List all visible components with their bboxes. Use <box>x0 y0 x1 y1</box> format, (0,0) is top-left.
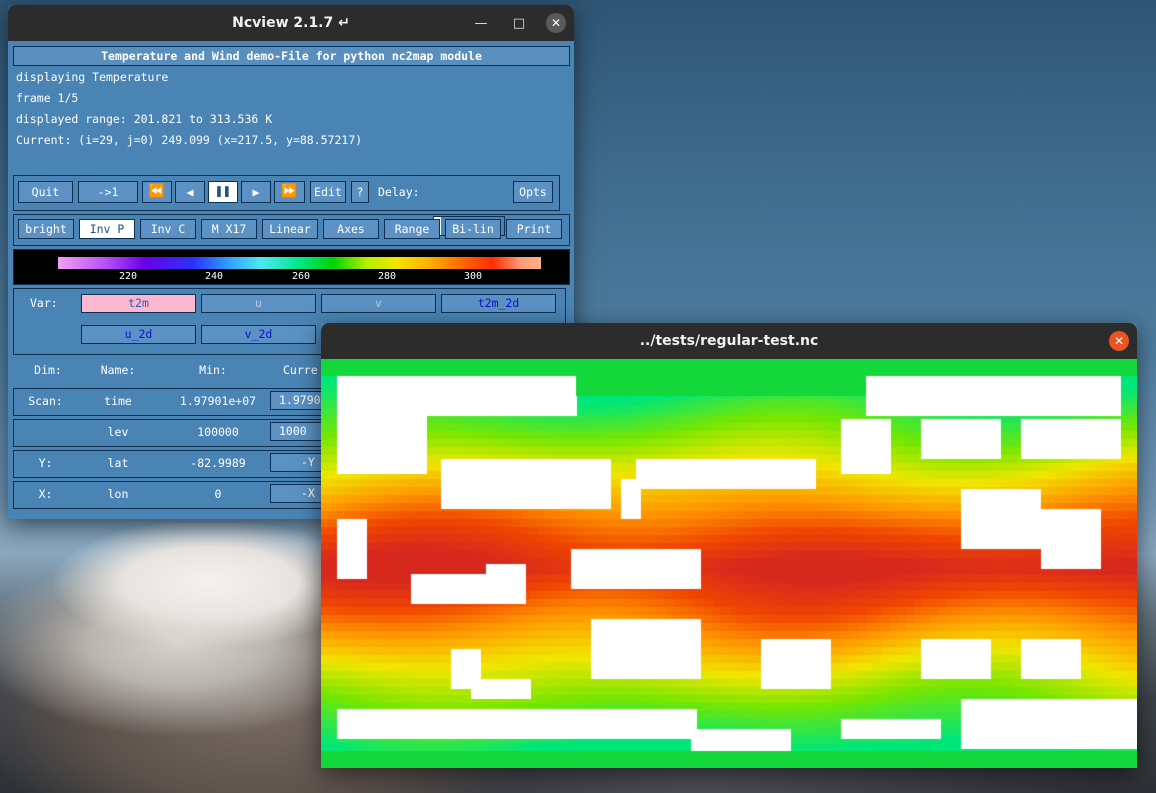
file-title: Temperature and Wind demo-File for pytho… <box>13 46 570 66</box>
close-icon[interactable]: ✕ <box>1109 331 1129 351</box>
name-header: Name: <box>100 363 136 377</box>
map-window: ../tests/regular-test.nc ✕ <box>321 323 1137 768</box>
frame-text: frame 1/5 <box>16 91 79 105</box>
minimize-icon[interactable]: — <box>470 12 492 34</box>
current-text: Current: (i=29, j=0) 249.099 (x=217.5, y… <box>16 133 363 147</box>
temperature-map-canvas[interactable] <box>321 359 1137 768</box>
name-cell: lon <box>107 487 129 501</box>
option-axes[interactable]: Axes <box>323 219 379 239</box>
option-bright[interactable]: bright <box>18 219 74 239</box>
option-m-x17[interactable]: M X17 <box>201 219 257 239</box>
window-title: Ncview 2.1.7 ↵ <box>232 15 350 31</box>
maximize-icon[interactable]: □ <box>508 12 530 34</box>
ncview-titlebar[interactable]: Ncview 2.1.7 ↵ — □ ✕ <box>8 5 574 41</box>
min-cell: 0 <box>214 487 222 501</box>
to-first-button[interactable]: ->1 <box>78 181 138 203</box>
name-cell: lat <box>107 456 129 470</box>
fast-forward-icon[interactable]: ⏩ <box>274 181 305 203</box>
dim-cell: X: <box>38 487 53 501</box>
displaying-text: displaying Temperature <box>16 70 169 84</box>
help-button[interactable]: ? <box>351 181 369 203</box>
option-linear[interactable]: Linear <box>262 219 318 239</box>
var-label: Var: <box>30 296 58 310</box>
quit-button[interactable]: Quit <box>18 181 73 203</box>
option-inv-c[interactable]: Inv C <box>140 219 196 239</box>
var-v[interactable]: v <box>321 294 436 313</box>
step-back-icon[interactable]: ◀ <box>175 181 205 203</box>
option-bi-lin[interactable]: Bi-lin <box>445 219 501 239</box>
min-cell: 1.97901e+07 <box>179 394 257 408</box>
var-v-2d[interactable]: v_2d <box>201 325 316 344</box>
option-print[interactable]: Print <box>506 219 562 239</box>
colorbar-tick: 240 <box>205 271 224 282</box>
name-cell: time <box>104 394 132 408</box>
colorbar-tick: 260 <box>292 271 311 282</box>
opts-button[interactable]: Opts <box>513 181 553 203</box>
delay-label: Delay: <box>378 185 420 199</box>
pause-icon[interactable]: ❚❚ <box>208 181 238 203</box>
colorbar-tick: 300 <box>464 271 483 282</box>
dim-cell: Y: <box>38 456 53 470</box>
dim-header: Dim: <box>34 363 62 377</box>
colorbar <box>58 257 541 269</box>
var-u-2d[interactable]: u_2d <box>81 325 196 344</box>
edit-button[interactable]: Edit <box>310 181 346 203</box>
colorbar-tick: 280 <box>378 271 397 282</box>
close-icon[interactable]: ✕ <box>546 13 566 33</box>
min-header: Min: <box>199 363 227 377</box>
colorbar-tick: 220 <box>119 271 138 282</box>
fast-backward-icon[interactable]: ⏪ <box>142 181 172 203</box>
map-titlebar[interactable]: ../tests/regular-test.nc ✕ <box>321 323 1137 359</box>
var-t2m[interactable]: t2m <box>81 294 196 313</box>
option-range[interactable]: Range <box>384 219 440 239</box>
name-cell: lev <box>107 425 129 439</box>
var-u[interactable]: u <box>201 294 316 313</box>
dim-cell: Scan: <box>28 394 63 408</box>
map-window-title: ../tests/regular-test.nc <box>639 333 819 349</box>
min-cell: 100000 <box>197 425 239 439</box>
option-inv-p[interactable]: Inv P <box>79 219 135 239</box>
step-forward-icon[interactable]: ▶ <box>241 181 271 203</box>
var-t2m-2d[interactable]: t2m_2d <box>441 294 556 313</box>
min-cell: -82.9989 <box>190 456 246 470</box>
range-text: displayed range: 201.821 to 313.536 K <box>16 112 273 126</box>
temperature-map[interactable] <box>321 359 1137 768</box>
